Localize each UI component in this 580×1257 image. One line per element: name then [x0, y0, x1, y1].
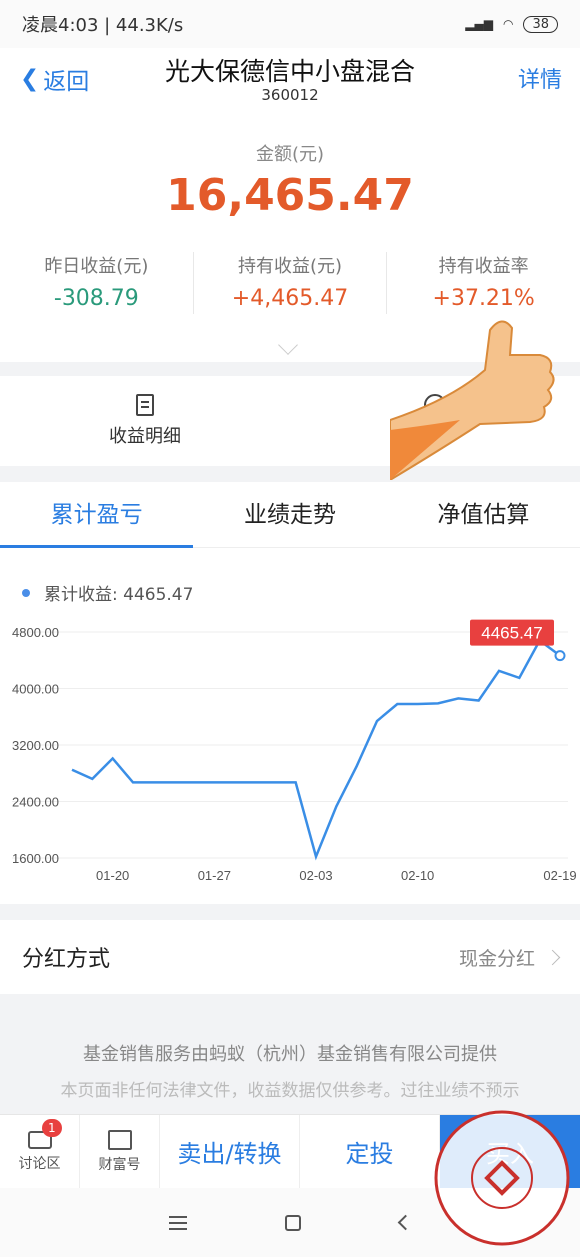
stat-value: -308.79 — [53, 286, 139, 311]
sell-convert-button[interactable]: 卖出/转换 — [160, 1115, 300, 1188]
y-tick-label: 4000.00 — [12, 682, 59, 697]
series-line — [71, 638, 561, 861]
tab-cumulative-pl[interactable]: 累计盈亏 — [0, 482, 194, 548]
y-tick-label: 3200.00 — [12, 738, 59, 753]
wealth-account-button[interactable]: 财富号 — [80, 1115, 160, 1188]
x-tick-label: 02-03 — [299, 868, 332, 882]
chart-legend: 累计收益: 4465.47 — [22, 580, 193, 605]
stat-label: 持有收益率 — [438, 256, 529, 277]
x-tick-label: 01-27 — [198, 868, 231, 882]
sales-provider-note: 基金销售服务由蚂蚁（杭州）基金销售有限公司提供 — [83, 1044, 497, 1065]
dividend-value: 现金分红 — [458, 947, 535, 970]
legend-dot — [22, 588, 30, 597]
amount-label: 金额(元) — [255, 144, 325, 165]
auto-invest-button[interactable]: 定投 — [300, 1115, 440, 1188]
amount-value: 16,465.47 — [166, 170, 414, 221]
disclaimer: 本页面非任何法律文件，收益数据仅供参考。过往业绩不预示 — [60, 1081, 520, 1101]
expand-chevron-icon[interactable] — [278, 335, 298, 355]
last-point — [554, 650, 566, 662]
tab-bar: 累计盈亏 业绩走势 净值估算 — [0, 482, 580, 548]
wealth-label: 财富号 — [98, 1156, 141, 1173]
x-tick-label: 01-20 — [96, 868, 129, 882]
legend-label: 累计收益: 4465.47 — [44, 585, 194, 605]
page-title: 光大保德信中小盘混合 — [164, 57, 415, 86]
thumbs-up-sticker — [390, 320, 555, 480]
stat-rate: 持有收益率 +37.21% — [387, 252, 580, 314]
stat-holding: 持有收益(元) +4,465.47 — [194, 252, 388, 314]
forum-label: 讨论区 — [18, 1155, 61, 1172]
value-callout-label: 4465.47 — [481, 624, 542, 643]
status-bar: 凌晨4:03 | 44.3K/s ▂▄▆ ◠ 38 — [0, 0, 580, 48]
stat-value: +37.21% — [432, 286, 535, 311]
x-tick-label: 02-19 — [543, 868, 576, 882]
income-detail-link[interactable]: 收益明细 — [0, 376, 290, 466]
stat-yesterday: 昨日收益(元) -308.79 — [0, 252, 194, 314]
y-tick-label: 1600.00 — [12, 851, 59, 866]
document-icon — [136, 394, 154, 416]
battery-icon: 38 — [523, 15, 558, 33]
menu-icon[interactable] — [169, 1215, 188, 1230]
y-tick-label: 2400.00 — [12, 795, 59, 810]
watermark-seal — [434, 1110, 570, 1246]
chart-section: 累计盈亏 业绩走势 净值估算 累计收益: 4465.47 4800.00 4000… — [0, 482, 580, 904]
chevron-right-icon — [544, 949, 561, 965]
x-tick-label: 02-10 — [401, 868, 434, 882]
nav-bar: ❮ 返回 光大保德信中小盘混合 360012 详情 — [0, 48, 580, 114]
stat-label: 昨日收益(元) — [44, 256, 149, 277]
signal-icon: ▂▄▆ — [465, 17, 493, 31]
wifi-icon: ◠ — [502, 17, 514, 31]
cumulative-chart[interactable]: 4800.00 4000.00 3200.00 2400.00 1600.00 01-20… — [0, 612, 580, 882]
tab-performance[interactable]: 业绩走势 — [193, 482, 386, 547]
detail-button[interactable]: 详情 — [518, 62, 562, 94]
status-time: 凌晨4:03 | 44.3K/s — [22, 15, 184, 36]
link-label: 收益明细 — [109, 426, 181, 447]
stat-value: +4,465.47 — [231, 286, 349, 311]
tab-nav-estimate[interactable]: 净值估算 — [387, 482, 580, 547]
stat-label: 持有收益(元) — [237, 256, 343, 277]
notification-badge: 1 — [42, 1119, 62, 1137]
home-icon[interactable] — [285, 1214, 302, 1231]
back-icon[interactable] — [397, 1214, 414, 1231]
shop-icon — [107, 1129, 132, 1150]
dividend-label: 分红方式 — [22, 947, 111, 972]
y-tick-label: 4800.00 — [12, 625, 59, 640]
forum-button[interactable]: 1 讨论区 — [0, 1115, 80, 1188]
fund-code: 360012 — [261, 86, 319, 104]
dividend-row[interactable]: 分红方式 现金分红 — [0, 920, 580, 994]
